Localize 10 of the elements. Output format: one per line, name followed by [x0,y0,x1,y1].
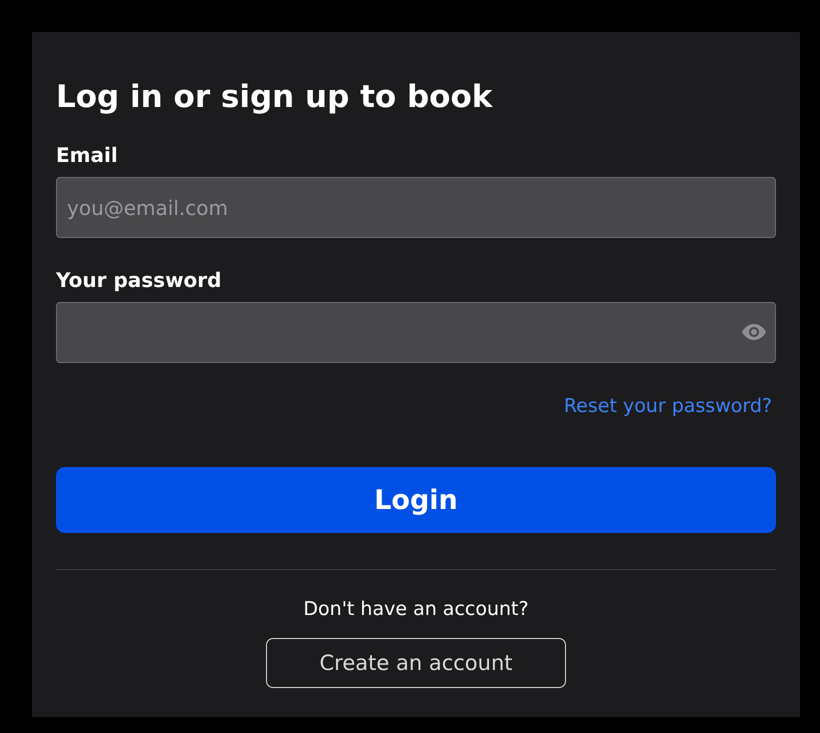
email-field[interactable]: you@email.com [56,177,776,238]
create-account-button[interactable]: Create an account [266,638,566,688]
eye-icon[interactable] [742,324,766,340]
password-field[interactable] [56,302,776,363]
email-label: Email [56,143,118,167]
reset-password-link[interactable]: Reset your password? [564,395,772,417]
login-button[interactable]: Login [56,467,776,533]
signup-prompt: Don't have an account? [303,598,529,620]
password-label: Your password [56,268,222,292]
form-title: Log in or sign up to book [56,82,494,113]
